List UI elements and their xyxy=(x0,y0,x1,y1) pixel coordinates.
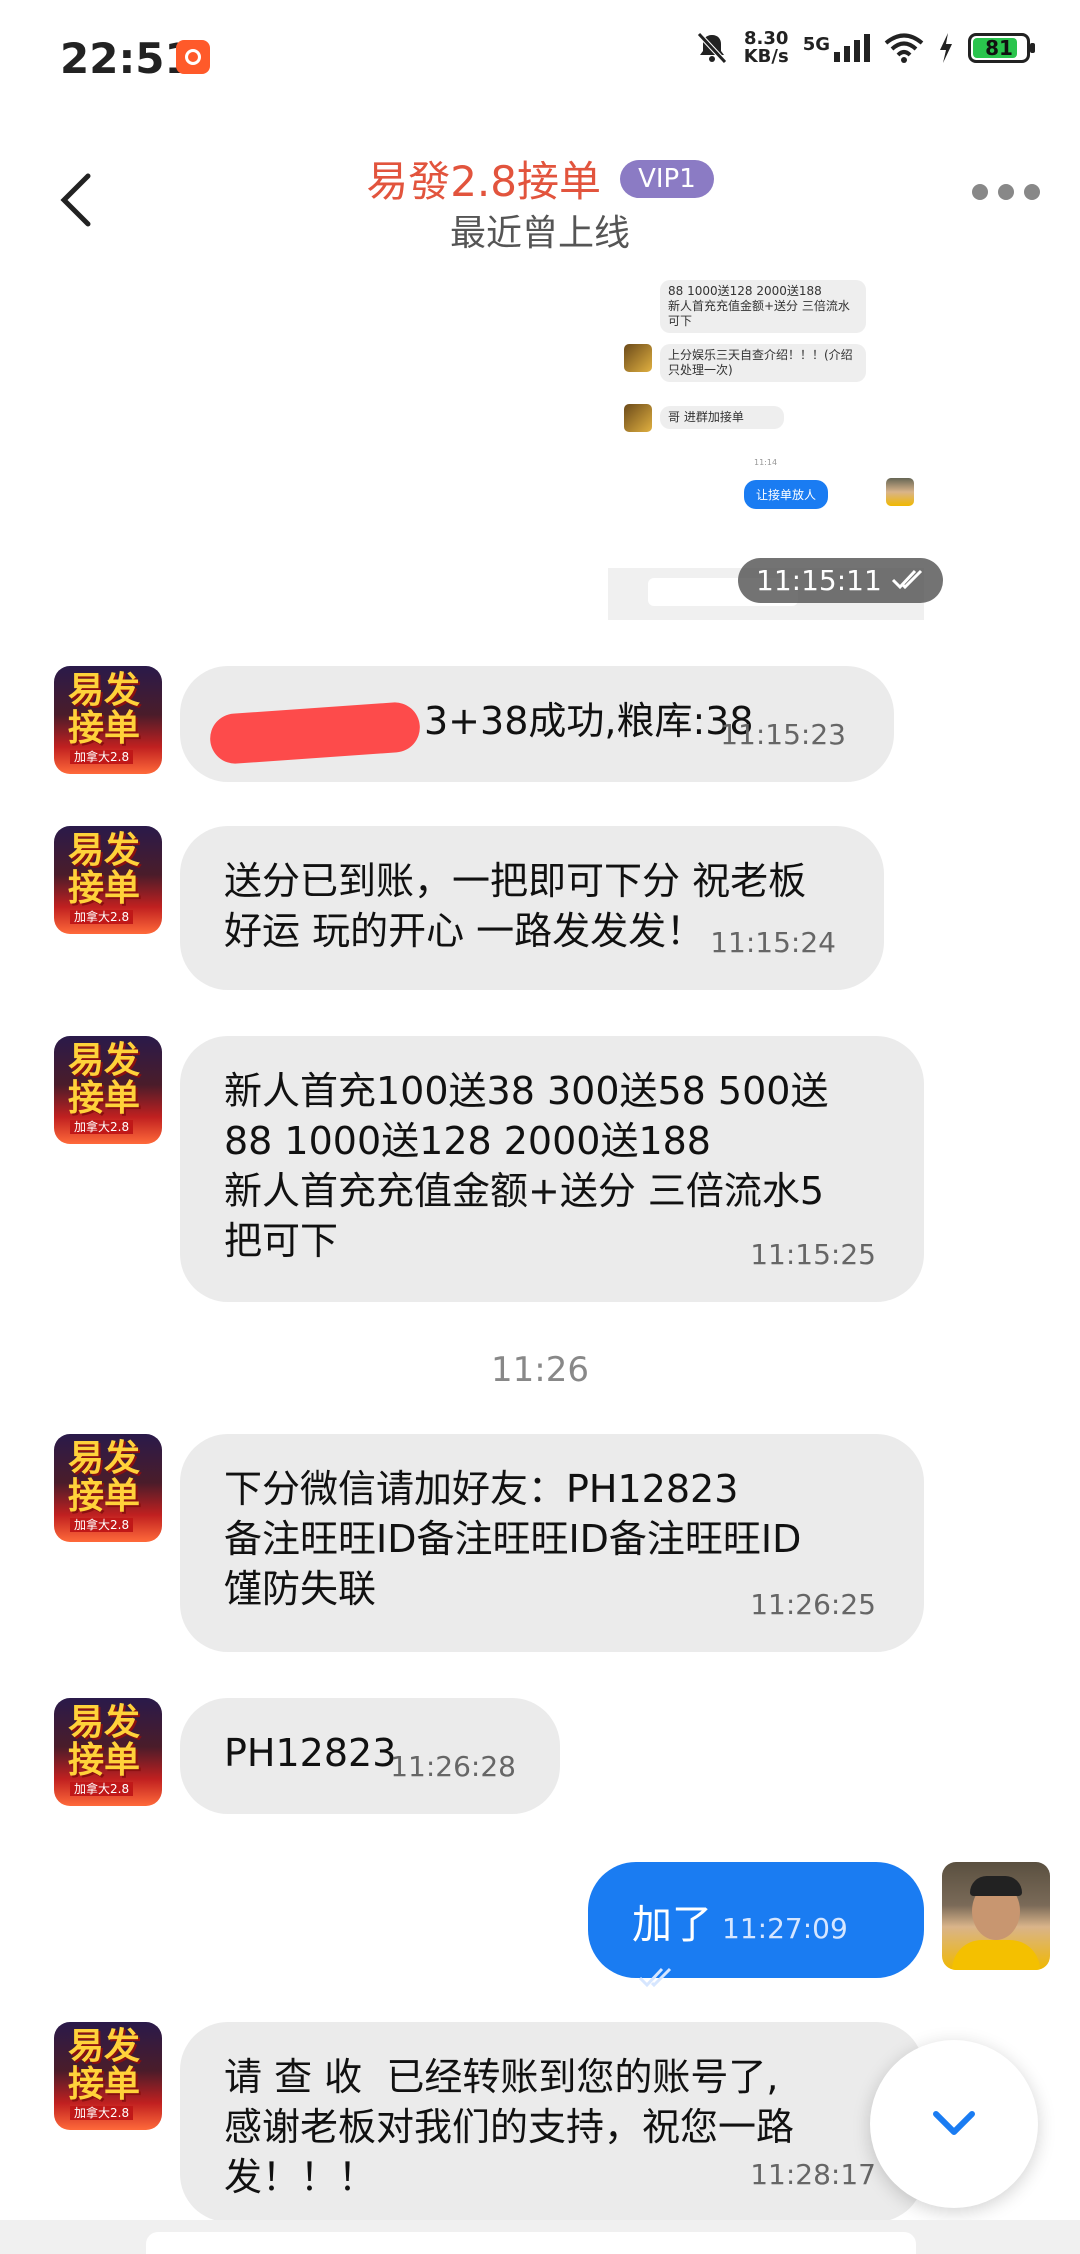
more-options-icon[interactable] xyxy=(972,184,1040,200)
avatar-text: 易发 xyxy=(68,1702,141,1743)
read-check-icon xyxy=(638,1967,672,1988)
embedded-message: 上分娱乐三天自查介绍！！！(介绍 只处理一次) xyxy=(660,344,866,382)
avatar-text: 易发 xyxy=(68,670,141,711)
scroll-to-bottom-button[interactable] xyxy=(870,2040,1038,2208)
avatar-text: 易发 xyxy=(68,1040,141,1081)
avatar-tag: 加拿大2.8 xyxy=(70,2106,134,2120)
network-type: 5G xyxy=(802,34,830,55)
embedded-text: 88 1000送128 2000送188 xyxy=(668,284,822,298)
chat-title[interactable]: 易發2.8接单 VIP1 xyxy=(0,148,1080,209)
image-timestamp: 11:15:11 xyxy=(738,558,943,603)
read-check-icon xyxy=(891,569,922,590)
my-avatar[interactable] xyxy=(942,1862,1050,1970)
message-time: 11:27:09 xyxy=(722,1912,848,1945)
embedded-outgoing: 让接单放人 xyxy=(744,480,829,509)
contact-name: 易發2.8接单 xyxy=(366,157,601,206)
wifi-icon xyxy=(884,33,924,63)
contact-avatar[interactable]: 易发 接单 加拿大2.8 xyxy=(54,666,162,774)
message-bubble[interactable]: 请 查 收 已经转账到您的账号了, 感谢老板对我们的支持，祝您一路 发！！！ 1… xyxy=(180,2022,924,2222)
embedded-avatar xyxy=(624,344,652,372)
embedded-text: 哥 进群加接单 xyxy=(668,410,744,424)
message-time: 11:15:23 xyxy=(720,718,846,751)
avatar-text: 接单 xyxy=(68,1476,141,1517)
battery-level: 81 xyxy=(985,36,1013,60)
cellular-signal-icon: 5G xyxy=(803,34,870,62)
avatar-text: 易发 xyxy=(68,1438,141,1479)
network-speed: 8.30 KB/s xyxy=(744,30,789,66)
message-bubble[interactable]: 送分已到账，一把即可下分 祝老板 好运 玩的开心 一路发发发！ 11:15:24 xyxy=(180,826,884,990)
avatar-text: 易发 xyxy=(68,2026,141,2067)
embedded-avatar xyxy=(886,478,914,506)
avatar-text: 接单 xyxy=(68,1740,141,1781)
image-time-text: 11:15:11 xyxy=(756,564,882,597)
avatar-text: 接单 xyxy=(68,868,141,909)
message-input[interactable] xyxy=(146,2232,916,2254)
avatar-text: 接单 xyxy=(68,1078,141,1119)
contact-avatar[interactable]: 易发 接单 加拿大2.8 xyxy=(54,1434,162,1542)
vip-badge: VIP1 xyxy=(620,159,714,198)
message-text: 加了 xyxy=(632,1902,712,1948)
embedded-time: 11:14 xyxy=(754,458,778,467)
avatar-text: 接单 xyxy=(68,2064,141,2105)
embedded-text: 可下 xyxy=(668,314,693,328)
embedded-message: 88 1000送128 2000送188 新人首充充值金额+送分 三倍流水 可下 xyxy=(660,280,866,333)
input-bar xyxy=(0,2220,1080,2254)
message-time: 11:15:25 xyxy=(750,1238,876,1271)
embedded-text: 只处理一次) xyxy=(668,363,733,377)
embedded-avatar xyxy=(624,404,652,432)
battery-icon: 81 xyxy=(968,33,1035,63)
avatar-text: 接单 xyxy=(68,708,141,749)
contact-avatar[interactable]: 易发 接单 加拿大2.8 xyxy=(54,1698,162,1806)
avatar-tag: 加拿大2.8 xyxy=(70,910,134,924)
avatar-tag: 加拿大2.8 xyxy=(70,1782,134,1796)
message-bubble[interactable]: 新人首充100送38 300送58 500送 88 1000送128 2000送… xyxy=(180,1036,924,1302)
embedded-text: 上分娱乐三天自查介绍！！！(介绍 xyxy=(668,348,853,362)
mute-bell-icon xyxy=(696,32,727,64)
charging-icon xyxy=(940,33,952,63)
message-bubble[interactable]: 下分微信请加好友：PH12823 备注旺旺ID备注旺旺ID备注旺旺ID 馑防失联… xyxy=(180,1434,924,1652)
embedded-text: 新人首充充值金额+送分 三倍流水 xyxy=(668,299,850,313)
message-bubble[interactable]: PH12823 11:26:28 xyxy=(180,1698,560,1814)
contact-avatar[interactable]: 易发 接单 加拿大2.8 xyxy=(54,826,162,934)
speed-unit: KB/s xyxy=(743,46,789,67)
app-notification-icon xyxy=(176,40,210,74)
time-divider: 11:26 xyxy=(491,1350,589,1390)
avatar-tag: 加拿大2.8 xyxy=(70,1120,134,1134)
avatar-tag: 加拿大2.8 xyxy=(70,750,134,764)
message-time: 11:28:17 xyxy=(750,2158,876,2191)
embedded-message: 哥 进群加接单 xyxy=(660,406,784,429)
contact-avatar[interactable]: 易发 接单 加拿大2.8 xyxy=(54,1036,162,1144)
message-time: 11:15:24 xyxy=(710,926,836,959)
status-time: 22:51 xyxy=(60,34,194,83)
chevron-down-icon xyxy=(933,2111,975,2135)
avatar-text: 易发 xyxy=(68,830,141,871)
online-status: 最近曾上线 xyxy=(449,213,630,254)
contact-avatar[interactable]: 易发 接单 加拿大2.8 xyxy=(54,2022,162,2130)
status-icons: 8.30 KB/s 5G 81 xyxy=(694,30,1035,66)
message-time: 11:26:28 xyxy=(390,1750,516,1783)
avatar-tag: 加拿大2.8 xyxy=(70,1518,134,1532)
outgoing-message-bubble[interactable]: 加了 11:27:09 xyxy=(588,1862,924,1988)
message-time: 11:26:25 xyxy=(750,1588,876,1621)
